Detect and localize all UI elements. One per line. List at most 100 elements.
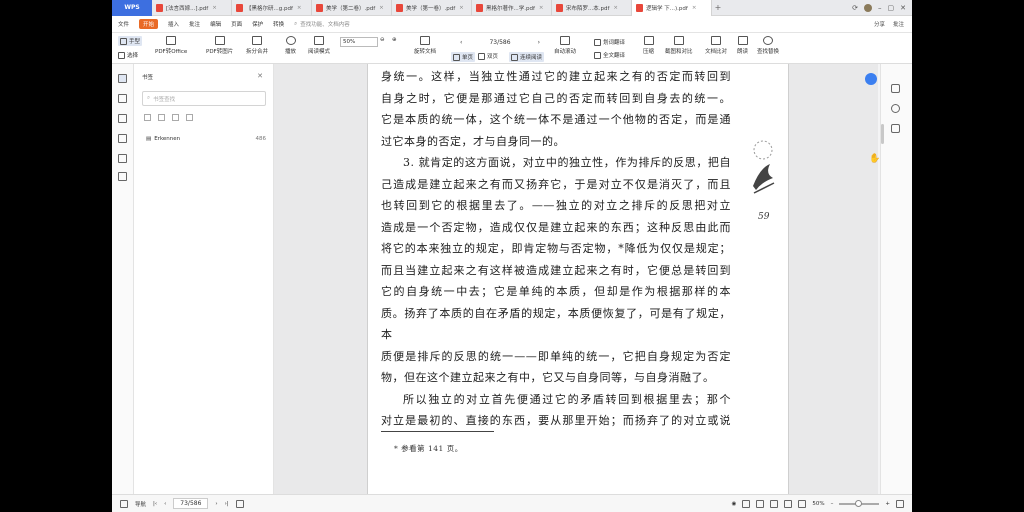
double-view-icon[interactable]	[756, 499, 765, 508]
hand-tool-button[interactable]: 手型	[118, 36, 143, 46]
page-indicator[interactable]: 73/586	[489, 39, 510, 46]
navigation-label[interactable]: 导航	[135, 500, 146, 508]
menu-edit[interactable]: 编辑	[210, 20, 221, 28]
bookmark-search-input[interactable]: ⌕ 书签查找	[142, 91, 266, 106]
translate-full-button[interactable]: 全文翻译	[594, 51, 625, 59]
close-window-icon[interactable]: ✕	[900, 4, 906, 12]
compress-button[interactable]: 压缩	[643, 36, 654, 55]
eye-icon[interactable]: ◉	[732, 501, 737, 507]
expand-bookmark-icon[interactable]	[158, 114, 165, 121]
add-bookmark-icon[interactable]	[144, 114, 151, 121]
sync-icon[interactable]: ⟳	[852, 4, 858, 12]
zoom-in-button[interactable]: ⊕	[392, 37, 397, 43]
zoom-plus-icon[interactable]: +	[885, 501, 890, 507]
hand-cursor-icon: ✋	[869, 154, 881, 164]
select-tool-button[interactable]: 选择	[118, 51, 138, 59]
translate-word-button[interactable]: 划词翻译	[594, 38, 625, 46]
ai-assistant-icon[interactable]	[865, 73, 877, 85]
settings-side-icon[interactable]	[891, 124, 900, 133]
speaker-icon	[737, 36, 748, 45]
status-zoom[interactable]: 50%	[812, 501, 824, 507]
vertical-scrollbar[interactable]	[881, 124, 884, 144]
text-compare-button[interactable]: 文档比对	[705, 36, 727, 55]
doc-tab[interactable]: 宋布陌罗...本.pdf ×	[552, 0, 632, 16]
close-tab-icon[interactable]: ×	[692, 5, 697, 11]
signature-icon[interactable]	[118, 154, 127, 163]
new-tab-button[interactable]: +	[712, 3, 724, 12]
maximize-icon[interactable]: ▢	[888, 4, 895, 12]
screenshot-compare-button[interactable]: 截图和对比	[665, 36, 693, 55]
zoom-select[interactable]: 50%	[340, 37, 378, 47]
bookmark-item[interactable]: ▤ Erkennen 486	[146, 136, 270, 142]
compress-icon	[643, 36, 654, 45]
rotate-button[interactable]: 旋转文档	[414, 36, 436, 55]
single-view-icon[interactable]	[742, 499, 751, 508]
fullscreen-icon[interactable]	[798, 499, 807, 508]
menu-file[interactable]: 文件	[118, 20, 129, 28]
continuous-label: 连续阅读	[520, 55, 543, 61]
comment-icon[interactable]	[118, 114, 127, 123]
close-tab-icon[interactable]: ×	[459, 5, 464, 11]
fit-page-icon[interactable]	[235, 499, 244, 508]
collapse-bookmark-icon[interactable]	[172, 114, 179, 121]
menu-protect[interactable]: 保护	[252, 20, 263, 28]
close-tab-icon[interactable]: ×	[613, 5, 618, 11]
pdf-to-office-button[interactable]: PDF转Office	[155, 36, 187, 55]
status-page-input[interactable]: 73/586	[173, 498, 209, 509]
function-search[interactable]: ⌕ 查找功能、文档内容	[294, 20, 350, 29]
next-page-icon[interactable]: ›	[538, 39, 540, 46]
menu-comment[interactable]: 批注	[893, 20, 904, 28]
zoom-side-icon[interactable]	[891, 104, 900, 113]
close-tab-icon[interactable]: ×	[379, 5, 384, 11]
layers-icon[interactable]	[118, 172, 127, 181]
zoom-out-button[interactable]: ⊖	[380, 37, 385, 43]
prev-page-icon[interactable]: ‹	[460, 39, 462, 46]
doc-tab[interactable]: [法言西嫁...].pdf ×	[152, 0, 232, 16]
pdf-to-image-button[interactable]: PDF转图片	[206, 36, 233, 55]
zoom-slider[interactable]	[839, 499, 880, 507]
attachment-icon[interactable]	[118, 134, 127, 143]
doc-tab[interactable]: 美学（第一卷）.pdf ×	[392, 0, 472, 16]
navigation-icon[interactable]	[120, 499, 128, 508]
translate-side-icon[interactable]	[891, 84, 900, 93]
find-replace-button[interactable]: 查找替换	[757, 36, 779, 55]
zoom-slider-knob[interactable]	[855, 499, 863, 507]
menu-insert[interactable]: 插入	[168, 20, 179, 28]
menu-share[interactable]: 分享	[874, 20, 885, 28]
book-view-icon[interactable]	[784, 499, 793, 508]
last-page-icon[interactable]: ›|	[225, 501, 229, 507]
doc-tab[interactable]: 美学（第二卷）.pdf ×	[312, 0, 392, 16]
continuous-read-button[interactable]: 连续阅读	[509, 52, 545, 62]
avatar[interactable]	[864, 3, 872, 12]
single-page-button[interactable]: 单页	[451, 52, 476, 62]
continuous-view-icon[interactable]	[770, 499, 779, 508]
auto-scroll-button[interactable]: 自动滚动	[554, 36, 576, 55]
split-merge-button[interactable]: 拆分合并	[246, 36, 268, 55]
menu-start[interactable]: 开始	[139, 19, 159, 29]
document-viewport[interactable]: 身统一。这样，当独立性通过它的建立起来之有的否定而转回到 自身之时，它便是那通过它…	[274, 64, 878, 494]
doc-tab[interactable]: 逻辑学 下...).pdf ×	[632, 0, 712, 16]
doc-tab[interactable]: 黑格尔著作...学.pdf ×	[472, 0, 552, 16]
delete-bookmark-icon[interactable]	[186, 114, 193, 121]
doc-tab[interactable]: 【黑格尔研...g.pdf ×	[232, 0, 312, 16]
close-tab-icon[interactable]: ×	[297, 5, 302, 11]
play-button[interactable]: 播放	[285, 36, 296, 55]
first-page-icon[interactable]: |‹	[153, 501, 157, 507]
menu-page[interactable]: 页面	[231, 20, 242, 28]
read-aloud-button[interactable]: 朗读	[737, 36, 748, 55]
menu-annotate[interactable]: 批注	[189, 20, 200, 28]
double-page-button[interactable]: 双页	[478, 52, 498, 60]
thumbnail-icon[interactable]	[118, 94, 127, 103]
zoom-minus-icon[interactable]: –	[831, 501, 834, 507]
prev-page-status-icon[interactable]: ‹	[164, 501, 166, 507]
bookmark-icon[interactable]	[118, 74, 127, 83]
wps-logo[interactable]: WPS	[112, 0, 152, 16]
close-tab-icon[interactable]: ×	[539, 5, 544, 11]
minimize-icon[interactable]: –	[878, 4, 882, 12]
read-mode-button[interactable]: 阅读模式	[308, 36, 330, 55]
next-page-status-icon[interactable]: ›	[215, 501, 217, 507]
menu-convert[interactable]: 转换	[273, 20, 284, 28]
close-tab-icon[interactable]: ×	[212, 5, 217, 11]
close-icon[interactable]: ✕	[257, 72, 263, 80]
fit-width-icon[interactable]	[896, 499, 904, 508]
